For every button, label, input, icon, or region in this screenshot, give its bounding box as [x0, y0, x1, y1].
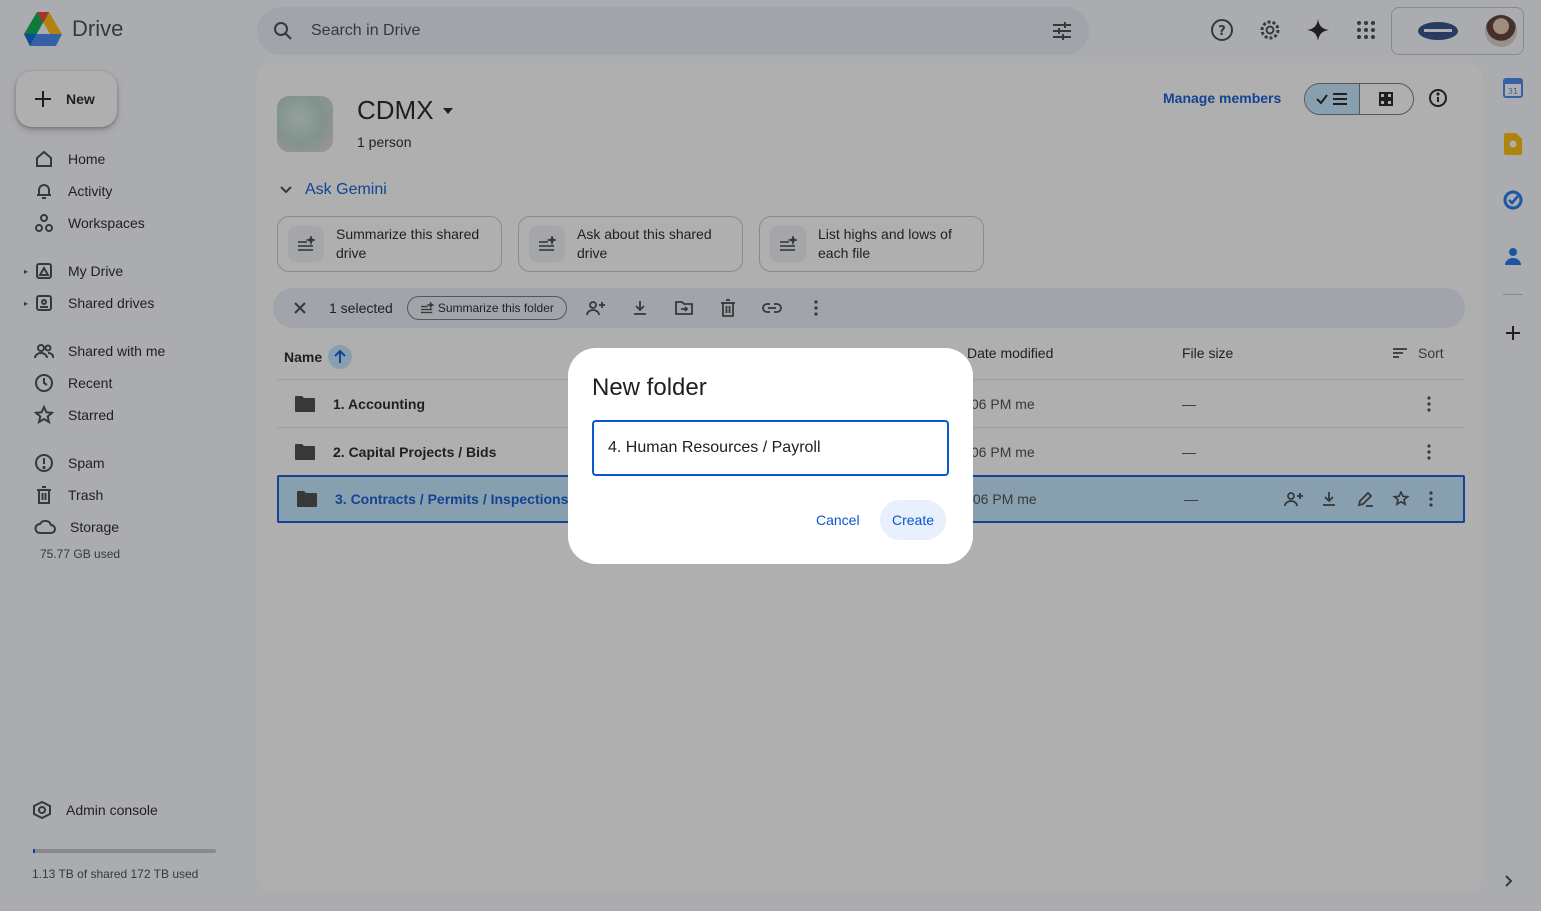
create-button[interactable]: Create [880, 500, 947, 540]
cancel-button[interactable]: Cancel [804, 500, 872, 540]
dialog-title: New folder [592, 374, 707, 401]
folder-name-input[interactable] [592, 420, 949, 476]
new-folder-dialog: New folder Cancel Create [568, 348, 973, 564]
